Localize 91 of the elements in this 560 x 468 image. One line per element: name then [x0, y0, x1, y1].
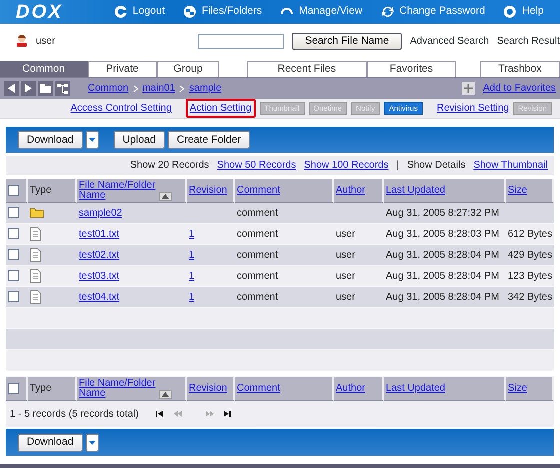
row-checkbox[interactable]: [8, 291, 19, 302]
dropdown-button[interactable]: [86, 131, 99, 149]
records-label: |: [396, 159, 400, 173]
sort-ascending-icon[interactable]: [159, 390, 172, 398]
chevron-icon: [132, 84, 139, 92]
plus-icon[interactable]: [462, 82, 476, 95]
toolbar-button[interactable]: Download: [18, 131, 83, 149]
first-page-icon[interactable]: [154, 410, 165, 418]
nav-link[interactable]: Logout: [114, 4, 166, 20]
records-link[interactable]: Show 50 Records: [217, 158, 296, 173]
comment-text: comment: [237, 208, 278, 218]
size-text: 342 Bytes: [508, 292, 552, 302]
refresh-icon: [380, 5, 395, 19]
breadcrumb-link[interactable]: Common: [88, 81, 129, 96]
tab[interactable]: Trashbox: [480, 61, 560, 77]
setting-link[interactable]: Revision Setting: [436, 101, 510, 116]
file-name-link[interactable]: test01.txt: [79, 228, 120, 240]
help-icon: [503, 5, 518, 19]
last-page-icon[interactable]: [222, 410, 233, 418]
select-all-checkbox[interactable]: [8, 382, 19, 394]
column-header: Type: [30, 382, 52, 394]
updated-text: Aug 31, 2005 8:28:04 PM: [386, 270, 500, 282]
records-label: Show Details: [407, 159, 466, 173]
search-field[interactable]: [198, 34, 284, 48]
dropdown-button[interactable]: [86, 434, 99, 452]
record-summary: 1 - 5 records (5 records total): [10, 408, 139, 422]
tab[interactable]: Common: [0, 61, 88, 77]
comment-text: comment: [237, 270, 278, 282]
row-checkbox[interactable]: [8, 207, 19, 218]
row-checkbox[interactable]: [8, 270, 19, 282]
records-label: Show 20 Records: [130, 159, 210, 173]
author-text: user: [336, 292, 356, 302]
search-link[interactable]: Advanced Search: [410, 34, 490, 48]
back-icon[interactable]: [4, 81, 19, 96]
user-icon: [16, 35, 28, 47]
search-link[interactable]: Search Result: [497, 34, 560, 48]
sort-ascending-icon[interactable]: [159, 192, 172, 200]
updated-text: Aug 31, 2005 8:28:04 PM: [386, 250, 500, 260]
nav-link[interactable]: Help: [503, 4, 544, 20]
forward-icon[interactable]: [21, 81, 36, 96]
file-name-link[interactable]: test02.txt: [79, 250, 120, 260]
comment-text: comment: [237, 292, 278, 302]
select-all-checkbox[interactable]: [8, 184, 19, 196]
records-link[interactable]: Show Thumbnail: [474, 158, 548, 173]
nav-link[interactable]: Manage/View: [280, 4, 363, 20]
logout-icon: [114, 5, 128, 19]
toolbar-button[interactable]: Create Folder: [168, 131, 250, 149]
column-header-link[interactable]: Size: [508, 184, 528, 196]
nav-link[interactable]: Files/Folders: [183, 4, 262, 20]
revision-number-link[interactable]: 1: [189, 250, 195, 260]
tab[interactable]: Favorites: [366, 61, 456, 77]
column-header-link[interactable]: Size: [508, 382, 528, 394]
toolbar-button[interactable]: Download: [18, 434, 83, 452]
row-checkbox[interactable]: [8, 228, 19, 240]
add-favorites-link[interactable]: Add to Favorites: [483, 81, 556, 96]
size-text: 123 Bytes: [508, 270, 552, 282]
row-checkbox[interactable]: [8, 249, 19, 260]
user-name: user: [36, 34, 56, 48]
chevron-icon: [179, 84, 186, 92]
comment-text: comment: [237, 228, 278, 240]
file-name-link[interactable]: test03.txt: [79, 270, 120, 282]
tab[interactable]: Group: [157, 61, 220, 77]
file-name-link[interactable]: test04.txt: [79, 292, 120, 302]
folder-up-icon[interactable]: [38, 81, 53, 96]
updated-text: Aug 31, 2005 8:27:32 PM: [386, 208, 500, 218]
updated-text: Aug 31, 2005 8:28:03 PM: [386, 228, 500, 240]
comment-text: comment: [237, 250, 278, 260]
caret-icon: [88, 440, 96, 444]
toolbar-button[interactable]: Upload: [114, 131, 165, 149]
logo: DOX: [16, 2, 64, 22]
setting-link[interactable]: Access Control Setting: [70, 101, 172, 116]
breadcrumb-link[interactable]: sample: [189, 81, 222, 96]
size-text: 612 Bytes: [508, 228, 552, 240]
breadcrumb-link[interactable]: main01: [142, 81, 176, 96]
author-text: user: [336, 228, 356, 240]
records-link[interactable]: Show 100 Records: [304, 158, 389, 173]
author-text: user: [336, 270, 356, 282]
size-text: 429 Bytes: [508, 250, 552, 260]
tree-icon[interactable]: [55, 81, 70, 96]
revision-number-link[interactable]: 1: [189, 228, 195, 240]
revision-number-link[interactable]: 1: [189, 292, 195, 302]
updated-text: Aug 31, 2005 8:28:04 PM: [386, 292, 500, 302]
column-header: Type: [30, 184, 52, 196]
setting-link[interactable]: Action Setting: [186, 99, 256, 118]
search-button[interactable]: Search File Name: [292, 32, 402, 50]
tab[interactable]: Recent Files: [247, 61, 367, 77]
tab[interactable]: Private: [88, 61, 158, 77]
revision-number-link[interactable]: 1: [189, 270, 195, 282]
nav-link[interactable]: Change Password: [380, 4, 486, 20]
caret-icon: [88, 138, 96, 142]
author-text: user: [336, 250, 356, 260]
